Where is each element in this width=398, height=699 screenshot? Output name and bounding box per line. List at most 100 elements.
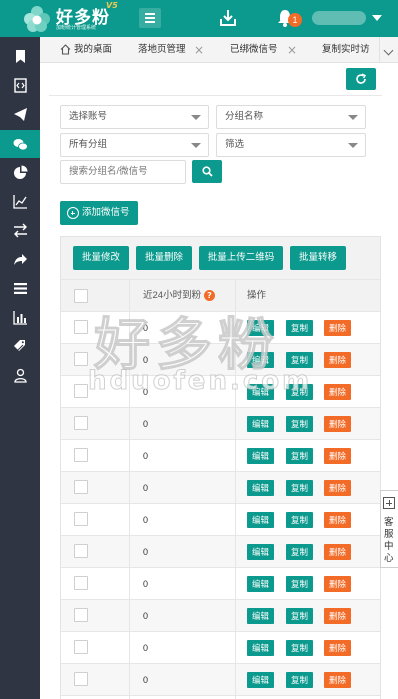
copy-button[interactable]: 复制 [286,416,313,432]
refresh-button[interactable] [346,68,376,90]
batch-delete-button[interactable]: 批量删除 [136,246,192,270]
tab-copy-realtime[interactable]: 复制实时访 [322,37,370,62]
row-checkbox[interactable] [74,608,88,622]
row-checkbox[interactable] [74,672,88,686]
refresh-icon [356,73,366,84]
user-name[interactable] [312,11,366,25]
row-checkbox[interactable] [74,320,88,334]
row-checkbox[interactable] [74,544,88,558]
edit-button[interactable]: 编辑 [247,384,274,400]
search-input[interactable]: 搜索分组名/微信号 [60,160,186,184]
row-checkbox[interactable] [74,384,88,398]
copy-button[interactable]: 复制 [286,448,313,464]
chevron-down-icon [191,115,201,120]
copy-button[interactable]: 复制 [286,320,313,336]
delete-button[interactable]: 删除 [324,416,351,432]
copy-button[interactable]: 复制 [286,544,313,560]
select-all-checkbox[interactable] [74,289,88,303]
row-checkbox[interactable] [74,480,88,494]
sidebar-item-send[interactable] [0,100,40,128]
edit-button[interactable]: 编辑 [247,448,274,464]
sidebar-item-bookmark[interactable] [0,42,40,70]
table-row: 0 编辑复制删除 [61,439,380,471]
edit-button[interactable]: 编辑 [247,320,274,336]
all-groups-select[interactable]: 所有分组 [60,133,209,157]
sidebar-item-bar-chart[interactable] [0,303,40,331]
delete-button[interactable]: 删除 [324,672,351,688]
delete-button[interactable]: 删除 [324,384,351,400]
search-icon [201,166,213,177]
delete-button[interactable]: 删除 [324,640,351,656]
row-checkbox[interactable] [74,352,88,366]
download-icon[interactable] [218,8,238,28]
row-checkbox[interactable] [74,448,88,462]
sidebar-item-pie[interactable] [0,158,40,186]
delete-button[interactable]: 删除 [324,352,351,368]
delete-button[interactable]: 删除 [324,608,351,624]
copy-button[interactable]: 复制 [286,672,313,688]
delete-button[interactable]: 删除 [324,448,351,464]
sidebar-item-share[interactable] [0,245,40,273]
column-divider [235,279,236,699]
tab-more-chevron-icon[interactable] [379,37,398,62]
row-checkbox[interactable] [74,576,88,590]
row-checkbox[interactable] [74,640,88,654]
menu-toggle-button[interactable] [139,8,161,28]
edit-button[interactable]: 编辑 [247,672,274,688]
tab-bound-wechat[interactable]: 已绑微信号 [230,37,278,62]
chevron-down-icon[interactable] [372,15,382,21]
delete-button[interactable]: 删除 [324,480,351,496]
copy-button[interactable]: 复制 [286,576,313,592]
row-checkbox[interactable] [74,416,88,430]
edit-button[interactable]: 编辑 [247,480,274,496]
filter-select[interactable]: 筛选 [216,133,366,157]
sidebar-item-code[interactable] [0,71,40,99]
batch-edit-button[interactable]: 批量修改 [73,246,129,270]
row-checkbox[interactable] [74,512,88,526]
recent-fans-count: 0 [143,547,149,557]
table-row: 0 编辑复制删除 [61,375,380,407]
sidebar-item-tags[interactable] [0,332,40,360]
add-wechat-button[interactable]: 添加微信号 [60,201,138,225]
tab-close-icon[interactable]: × [287,37,297,62]
sidebar-item-list[interactable] [0,274,40,302]
sidebar-item-user[interactable] [0,361,40,389]
edit-button[interactable]: 编辑 [247,416,274,432]
sidebar-item-exchange[interactable] [0,216,40,244]
customer-service-label: 客服中心 [384,517,394,564]
copy-button[interactable]: 复制 [286,480,313,496]
batch-transfer-button[interactable]: 批量转移 [290,246,346,270]
copy-button[interactable]: 复制 [286,352,313,368]
recent-fans-count: 0 [143,355,149,365]
copy-button[interactable]: 复制 [286,640,313,656]
sidebar-item-wechat[interactable] [0,130,40,158]
edit-button[interactable]: 编辑 [247,512,274,528]
list-icon [13,282,27,294]
tab-close-icon[interactable]: × [194,37,204,62]
delete-button[interactable]: 删除 [324,512,351,528]
edit-button[interactable]: 编辑 [247,544,274,560]
copy-button[interactable]: 复制 [286,608,313,624]
batch-toolbar: 批量修改 批量删除 批量上传二维码 批量转移 [61,237,380,279]
edit-button[interactable]: 编辑 [247,576,274,592]
customer-service-float[interactable]: 客服中心 [380,490,398,568]
tab-desktop[interactable]: 我的桌面 [74,37,112,62]
batch-upload-qrcode-button[interactable]: 批量上传二维码 [199,246,283,270]
account-select[interactable]: 选择账号 [60,105,209,129]
logo[interactable]: 好多粉 V5 加粉统计管理系统 [22,1,132,35]
sidebar-item-line-chart[interactable] [0,187,40,215]
copy-button[interactable]: 复制 [286,512,313,528]
recent-fans-count: 0 [143,675,149,685]
tab-landing-pages[interactable]: 落地页管理 [138,37,186,62]
delete-button[interactable]: 删除 [324,544,351,560]
group-name-select[interactable]: 分组名称 [216,105,366,129]
line-chart-icon [12,194,27,209]
edit-button[interactable]: 编辑 [247,608,274,624]
edit-button[interactable]: 编辑 [247,640,274,656]
edit-button[interactable]: 编辑 [247,352,274,368]
copy-button[interactable]: 复制 [286,384,313,400]
delete-button[interactable]: 删除 [324,320,351,336]
delete-button[interactable]: 删除 [324,576,351,592]
search-button[interactable] [192,160,222,183]
help-icon[interactable]: ? [204,290,215,301]
